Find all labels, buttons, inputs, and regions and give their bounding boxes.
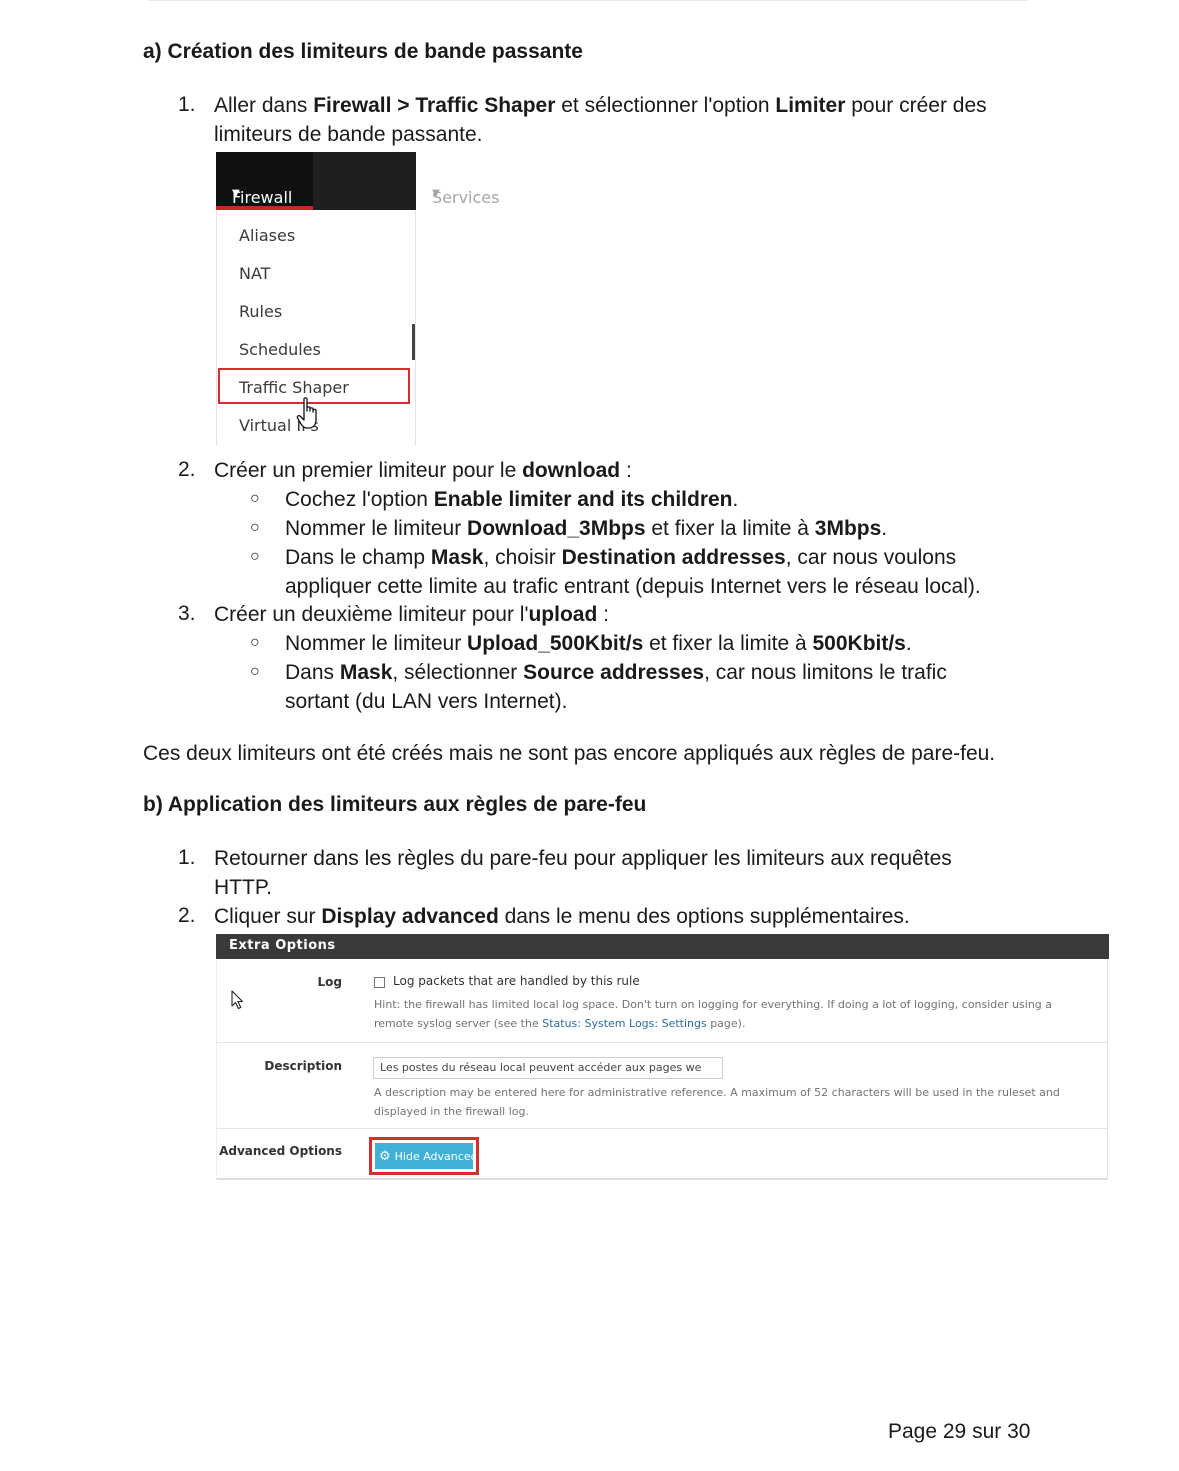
caret-down-icon: ▼ xyxy=(432,188,440,199)
step-a2-number: 2. xyxy=(178,458,196,481)
bullet-icon: ○ xyxy=(250,519,260,536)
log-label: Log xyxy=(317,975,342,989)
extra-options-panel: Extra Options Log Log packets that are h… xyxy=(216,934,1109,1180)
page-number: Page 29 sur 30 xyxy=(888,1420,1031,1443)
summary-paragraph: Ces deux limiteurs ont été créés mais ne… xyxy=(143,742,996,765)
menu-item-nat[interactable]: NAT xyxy=(239,264,270,283)
dropdown-scrollbar[interactable] xyxy=(412,324,415,360)
section-b-title: b) Application des limiteurs aux règles … xyxy=(143,793,647,816)
panel-header: Extra Options xyxy=(216,934,1109,959)
bullet-icon: ○ xyxy=(250,634,260,651)
bullet-icon: ○ xyxy=(250,490,260,507)
step-a1-text: Aller dans Firewall > Traffic Shaper et … xyxy=(214,94,987,146)
menu-item-rules[interactable]: Rules xyxy=(239,302,282,321)
step-b1-text: Retourner dans les règles du pare-feu po… xyxy=(214,847,952,899)
step-a3-text: Créer un deuxième limiteur pour l'upload… xyxy=(214,603,609,626)
hide-advanced-button[interactable]: ⚙ Hide Advanced xyxy=(375,1143,473,1169)
top-rule xyxy=(148,0,1028,1)
log-checkbox-text: Log packets that are handled by this rul… xyxy=(393,974,640,988)
step-a1-number: 1. xyxy=(178,93,196,116)
row-separator xyxy=(217,1128,1107,1129)
caret-down-icon: ▼ xyxy=(232,188,240,199)
log-hint: Hint: the firewall has limited local log… xyxy=(374,998,1053,1030)
hand-cursor-icon xyxy=(296,397,317,429)
step-a2-bullet-1: Cochez l'option Enable limiter and its c… xyxy=(285,488,739,511)
step-b1-number: 1. xyxy=(178,846,196,869)
status-system-logs-link[interactable]: Status: System Logs: Settings xyxy=(542,1017,706,1030)
section-a-title: a) Création des limiteurs de bande passa… xyxy=(143,40,583,63)
menu-item-schedules[interactable]: Schedules xyxy=(239,340,321,359)
description-label: Description xyxy=(264,1059,342,1073)
arrow-cursor-icon xyxy=(231,990,244,1010)
hide-advanced-highlight: ⚙ Hide Advanced xyxy=(369,1137,479,1175)
step-a3-bullet-1: Nommer le limiteur Upload_500Kbit/s et f… xyxy=(285,632,912,655)
step-b2-text: Cliquer sur Display advanced dans le men… xyxy=(214,905,910,928)
step-a3-bullet-2: Dans Mask, sélectionner Source addresses… xyxy=(285,661,947,713)
row-separator xyxy=(217,1042,1107,1043)
menu-item-aliases[interactable]: Aliases xyxy=(239,226,295,245)
advanced-options-label: Advanced Options xyxy=(219,1144,342,1158)
step-a2-text: Créer un premier limiteur pour le downlo… xyxy=(214,459,632,482)
description-input[interactable]: Les postes du réseau local peuvent accéd… xyxy=(373,1057,723,1079)
gear-icon: ⚙ xyxy=(379,1148,391,1164)
step-a2-bullet-2: Nommer le limiteur Download_3Mbps et fix… xyxy=(285,517,888,540)
description-hint: A description may be entered here for ad… xyxy=(374,1086,1060,1118)
step-b2-number: 2. xyxy=(178,904,196,927)
log-checkbox[interactable] xyxy=(374,977,385,988)
step-a2-bullet-3: Dans le champ Mask, choisir Destination … xyxy=(285,546,981,598)
bullet-icon: ○ xyxy=(250,548,260,565)
step-a3-number: 3. xyxy=(178,602,196,625)
firewall-menu-screenshot: Firewall ▼ Services ▼ Aliases NAT Rules … xyxy=(216,152,499,446)
firewall-menu-tab[interactable]: Firewall ▼ xyxy=(216,152,313,210)
bullet-icon: ○ xyxy=(250,663,260,680)
